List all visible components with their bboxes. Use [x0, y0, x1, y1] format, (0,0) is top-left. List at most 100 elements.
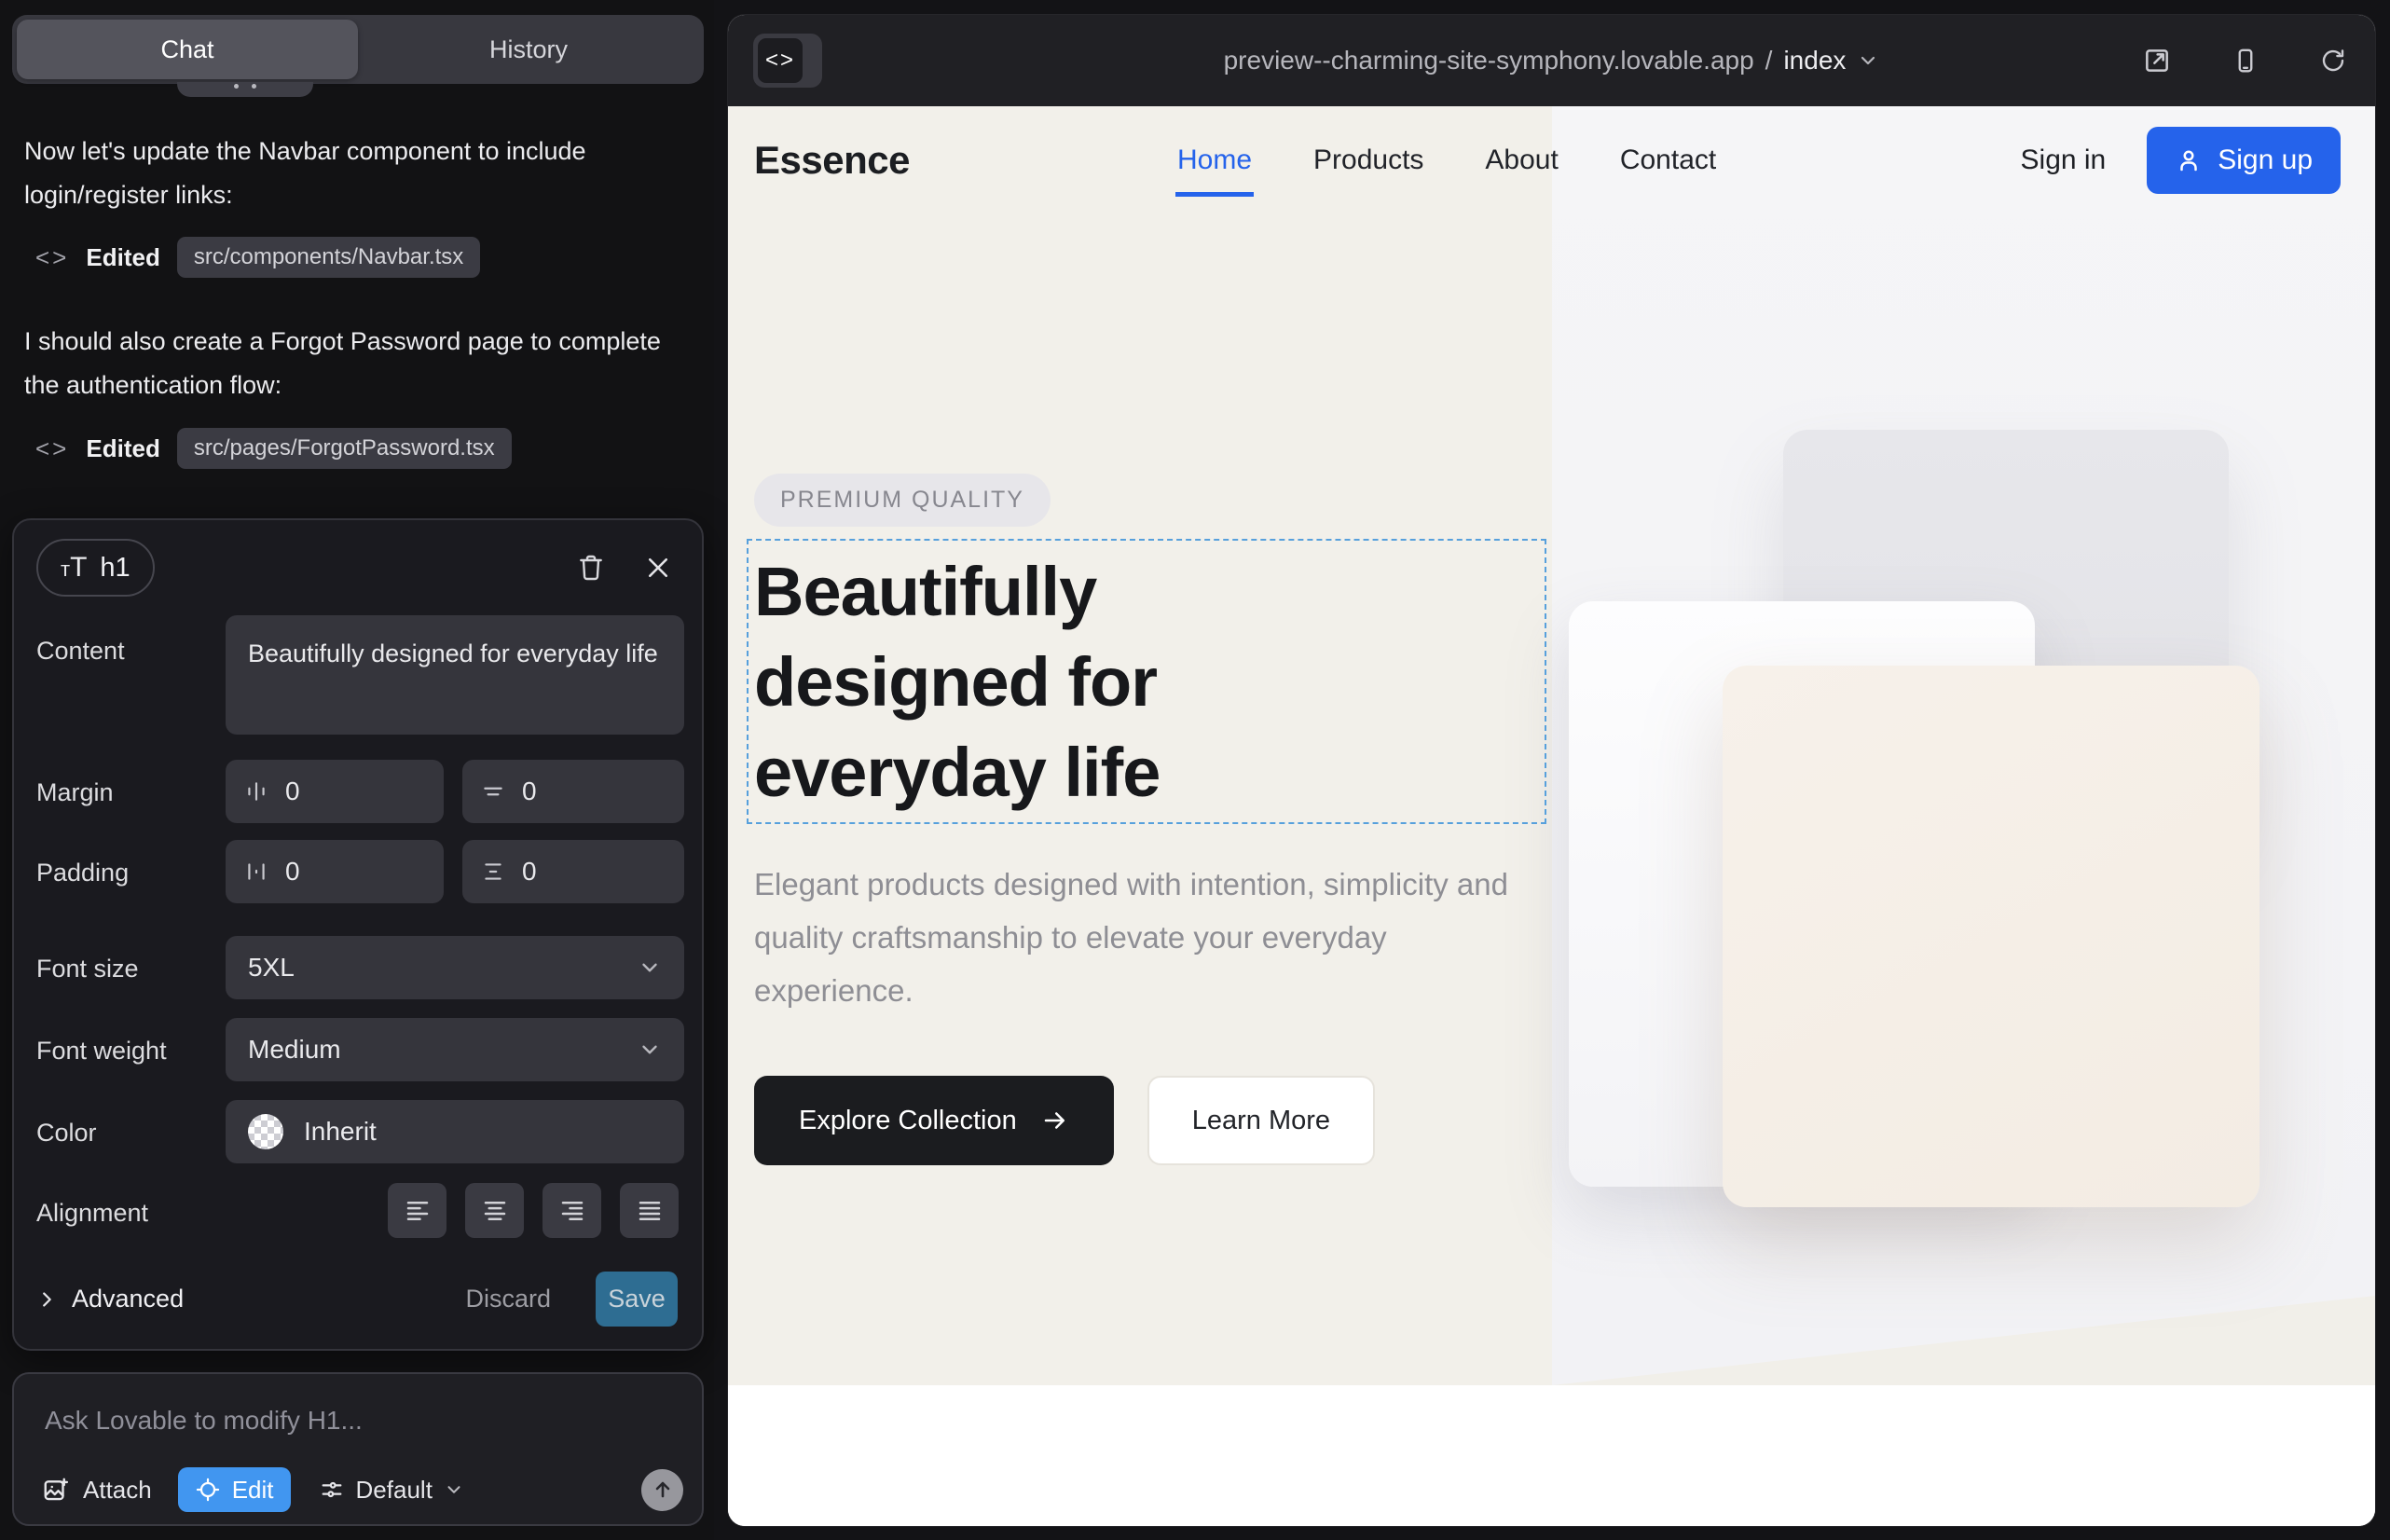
align-center-button[interactable]: [465, 1183, 524, 1238]
prompt-toolbar: Attach Edit: [42, 1467, 683, 1512]
nav-link-about[interactable]: About: [1485, 144, 1558, 176]
margin-x-value: 0: [285, 777, 300, 806]
lovable-app: Chat History Now let's update the Navbar…: [0, 0, 2390, 1540]
chevron-right-icon: [36, 1289, 57, 1310]
preview-url-bar[interactable]: preview--charming-site-symphony.lovable.…: [728, 15, 2375, 106]
chat-message: Now let's update the Navbar component to…: [24, 130, 688, 217]
color-select[interactable]: Inherit: [226, 1100, 684, 1163]
edit-label: Edit: [232, 1476, 274, 1505]
hero-badge: PREMIUM QUALITY: [754, 474, 1051, 527]
edited-label: Edited: [86, 243, 159, 272]
external-link-icon: [2142, 46, 2172, 76]
user-icon: [2175, 146, 2203, 174]
padding-label: Padding: [36, 859, 129, 887]
margin-label: Margin: [36, 778, 114, 807]
align-right-button[interactable]: [543, 1183, 601, 1238]
align-left-button[interactable]: [388, 1183, 446, 1238]
font-weight-value: Medium: [248, 1035, 341, 1065]
font-size-label: Font size: [36, 955, 139, 983]
file-chip[interactable]: src/pages/ForgotPassword.tsx: [177, 428, 512, 469]
delete-element-button[interactable]: [570, 546, 612, 589]
padding-x-input[interactable]: 0: [226, 840, 444, 903]
code-icon: <>: [35, 434, 69, 463]
send-button[interactable]: [641, 1469, 683, 1511]
tab-history[interactable]: History: [358, 20, 699, 79]
selected-element-pill[interactable]: тT h1: [36, 539, 155, 597]
padding-horizontal-icon: [244, 859, 268, 884]
next-section-band: [728, 1385, 2375, 1526]
preview-actions: [2142, 15, 2347, 106]
padding-y-value: 0: [522, 857, 537, 887]
align-justify-button[interactable]: [620, 1183, 679, 1238]
mobile-view-button[interactable]: [2232, 46, 2260, 76]
color-label: Color: [36, 1119, 97, 1148]
color-value: Inherit: [304, 1117, 377, 1147]
code-icon: <>: [35, 243, 69, 272]
url-domain: preview--charming-site-symphony.lovable.…: [1224, 46, 1754, 76]
hero-heading[interactable]: Beautifully designed for everyday life: [754, 546, 1351, 818]
nav-link-home[interactable]: Home: [1177, 144, 1252, 176]
nav-link-contact[interactable]: Contact: [1620, 144, 1716, 176]
active-underline: [1175, 192, 1254, 197]
refresh-icon: [2319, 46, 2347, 76]
edited-file-row[interactable]: <> Edited src/components/Navbar.tsx: [35, 233, 480, 282]
discard-button[interactable]: Discard: [465, 1285, 551, 1313]
open-external-button[interactable]: [2142, 46, 2172, 76]
chevron-down-icon: [638, 956, 662, 980]
preview-window: <> preview--charming-site-symphony.lovab…: [728, 15, 2375, 1526]
content-input[interactable]: Beautifully designed for everyday life: [226, 615, 684, 735]
file-chip[interactable]: src/components/Navbar.tsx: [177, 237, 480, 278]
nav-link-products[interactable]: Products: [1313, 144, 1423, 176]
advanced-toggle[interactable]: Advanced: [36, 1285, 184, 1313]
edit-mode-button[interactable]: Edit: [178, 1467, 291, 1512]
preview-topbar: <> preview--charming-site-symphony.lovab…: [728, 15, 2375, 106]
align-center-icon: [481, 1197, 509, 1225]
attach-button[interactable]: Attach: [42, 1476, 152, 1505]
refresh-button[interactable]: [2319, 46, 2347, 76]
close-editor-button[interactable]: [637, 546, 680, 589]
explore-collection-button[interactable]: Explore Collection: [754, 1076, 1114, 1165]
tab-chat[interactable]: Chat: [17, 20, 358, 79]
align-right-icon: [558, 1197, 586, 1225]
scrolled-chip-partial: [177, 82, 313, 97]
model-default-button[interactable]: Default: [319, 1476, 464, 1505]
close-icon: [644, 554, 672, 582]
color-swatch-icon: [248, 1114, 283, 1149]
signin-link[interactable]: Sign in: [2021, 144, 2107, 176]
sidebar-tabbar: Chat History: [12, 15, 704, 84]
chat-message: I should also create a Forgot Password p…: [24, 320, 688, 407]
font-weight-select[interactable]: Medium: [226, 1018, 684, 1081]
hero-paragraph: Elegant products designed with intention…: [754, 858, 1509, 1017]
explore-collection-label: Explore Collection: [799, 1106, 1017, 1136]
chevron-down-icon: [1857, 49, 1879, 72]
element-editor-panel: тT h1: [12, 518, 704, 1351]
padding-y-input[interactable]: 0: [462, 840, 684, 903]
trash-icon: [576, 552, 606, 584]
edited-file-row[interactable]: <> Edited src/pages/ForgotPassword.tsx: [35, 424, 512, 473]
margin-horizontal-icon: [244, 779, 268, 804]
learn-more-button[interactable]: Learn More: [1147, 1076, 1375, 1165]
decor-card-cream: [1723, 666, 2260, 1207]
align-justify-icon: [636, 1197, 664, 1225]
font-size-value: 5XL: [248, 953, 295, 983]
alignment-buttons: [388, 1183, 679, 1238]
site-logo[interactable]: Essence: [754, 106, 910, 213]
site-navbar: Essence Home Products About Contact Sign…: [728, 106, 2375, 213]
prompt-box: Ask Lovable to modify H1... Attach: [12, 1372, 704, 1526]
prompt-input[interactable]: Ask Lovable to modify H1...: [45, 1406, 363, 1436]
element-tag: h1: [100, 553, 130, 584]
save-button[interactable]: Save: [596, 1272, 678, 1327]
editor-footer: Advanced Discard Save: [36, 1272, 678, 1327]
signup-button[interactable]: Sign up: [2147, 127, 2341, 194]
editor-header: тT h1: [36, 539, 680, 597]
attach-label: Attach: [83, 1476, 152, 1505]
margin-x-input[interactable]: 0: [226, 760, 444, 823]
content-label: Content: [36, 637, 125, 666]
chevron-down-icon: [444, 1479, 464, 1500]
font-size-select[interactable]: 5XL: [226, 936, 684, 999]
padding-vertical-icon: [481, 859, 505, 884]
margin-y-input[interactable]: 0: [462, 760, 684, 823]
padding-x-value: 0: [285, 857, 300, 887]
site-canvas: Essence Home Products About Contact Sign…: [728, 106, 2375, 1526]
url-separator: /: [1765, 46, 1773, 76]
